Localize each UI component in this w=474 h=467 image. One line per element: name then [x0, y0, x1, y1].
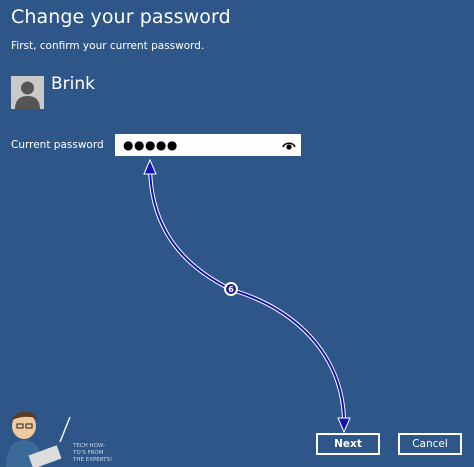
page-subtitle: First, confirm your current password.	[11, 40, 205, 52]
page-title: Change your password	[11, 6, 231, 28]
avatar	[11, 76, 44, 109]
step-badge: 6	[224, 282, 238, 296]
arrowhead-top	[143, 158, 157, 175]
password-value: ●●●●●	[123, 138, 178, 152]
cancel-button[interactable]: Cancel	[398, 433, 462, 455]
user-silhouette-icon	[11, 76, 44, 109]
arrowhead-bottom	[337, 417, 351, 434]
user-name: Brink	[51, 74, 95, 94]
next-button[interactable]: Next	[316, 433, 380, 455]
annotation-arrow	[143, 158, 351, 434]
current-password-input[interactable]: ●●●●●	[115, 134, 301, 156]
eye-icon[interactable]	[282, 139, 296, 151]
watermark-text: TECH HOW-TO'S FROM THE EXPERTS!	[73, 443, 113, 463]
current-password-label: Current password	[11, 139, 104, 151]
